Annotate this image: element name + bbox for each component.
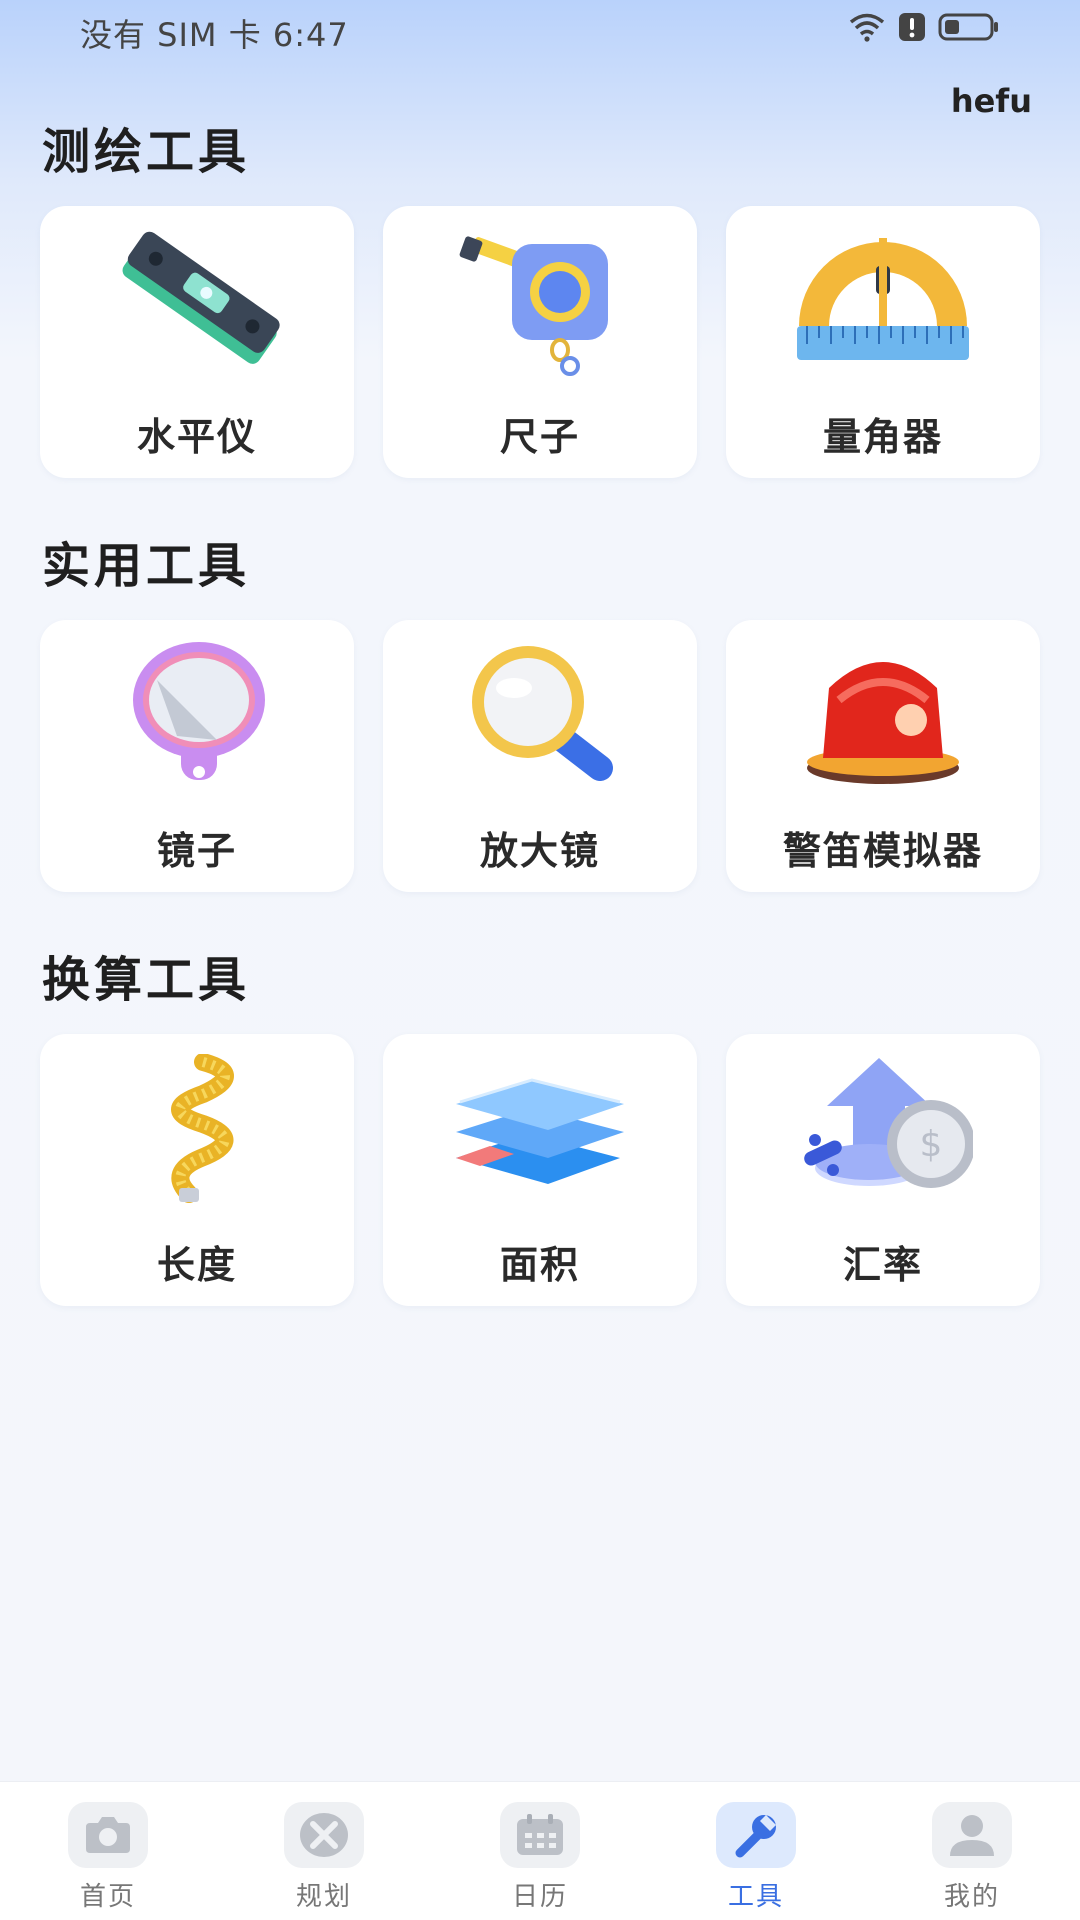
- tool-grid-surveying: 水平仪 尺子 量角器: [40, 206, 1040, 478]
- tape-measure-icon: [459, 236, 608, 376]
- tool-card-exchange-rate[interactable]: $ 汇率: [726, 1034, 1040, 1306]
- protractor-icon: [797, 238, 969, 360]
- tool-card-area[interactable]: 面积: [383, 1034, 697, 1306]
- status-icons: [848, 12, 1000, 42]
- tab-label: 规划: [295, 1882, 352, 1912]
- measuring-tape-roll-icon: [171, 1054, 234, 1203]
- tool-card-protractor[interactable]: 量角器: [726, 206, 1040, 478]
- tab-tools[interactable]: 工具: [648, 1782, 864, 1920]
- calendar-icon: [517, 1814, 563, 1855]
- alert-icon: [899, 13, 925, 41]
- tool-card-ruler[interactable]: 尺子: [383, 206, 697, 478]
- tab-label: 日历: [511, 1882, 568, 1912]
- camera-icon: [86, 1817, 130, 1853]
- tool-label: 尺子: [499, 415, 580, 459]
- tool-card-spirit-level[interactable]: 水平仪: [40, 206, 354, 478]
- section-title-utility: 实用工具: [42, 538, 251, 594]
- spirit-level-icon: [122, 231, 280, 364]
- tool-card-magnifier[interactable]: 放大镜: [383, 620, 697, 892]
- exchange-rate-coin-icon: $: [804, 1058, 973, 1188]
- tool-label: 长度: [156, 1243, 237, 1287]
- person-icon: [950, 1815, 994, 1856]
- tool-card-siren[interactable]: 警笛模拟器: [726, 620, 1040, 892]
- section-title-surveying: 测绘工具: [42, 124, 251, 180]
- svg-text:$: $: [920, 1124, 943, 1165]
- tool-label: 汇率: [842, 1243, 923, 1287]
- tool-label: 放大镜: [479, 829, 600, 873]
- tab-label: 工具: [727, 1882, 784, 1912]
- tool-card-mirror[interactable]: 镜子: [40, 620, 354, 892]
- section-title-conversion: 换算工具: [42, 952, 251, 1008]
- hand-mirror-icon: [133, 642, 265, 780]
- bottom-tab-bar: 首页 规划 日历 工具 我的: [0, 1781, 1080, 1920]
- tab-home[interactable]: 首页: [0, 1782, 216, 1920]
- tools-cross-icon: [300, 1813, 348, 1857]
- magnifier-icon: [472, 646, 613, 781]
- tab-label: 首页: [79, 1882, 136, 1912]
- tool-label: 面积: [499, 1243, 580, 1287]
- status-bar: 没有 SIM 卡 6:47: [0, 0, 1080, 62]
- tool-grid-utility: 镜子 放大镜 警笛模拟器: [40, 620, 1040, 892]
- battery-icon: [938, 13, 998, 41]
- tool-label: 警笛模拟器: [782, 829, 983, 873]
- tool-label: 量角器: [822, 415, 943, 459]
- wifi-icon: [849, 13, 885, 42]
- tool-label: 水平仪: [136, 415, 257, 459]
- tab-label: 我的: [943, 1882, 1000, 1912]
- wrench-icon: [735, 1815, 776, 1858]
- tab-calendar[interactable]: 日历: [432, 1782, 648, 1920]
- brand-label: hefu: [950, 82, 1032, 120]
- tab-profile[interactable]: 我的: [864, 1782, 1080, 1920]
- siren-icon: [807, 662, 959, 784]
- layers-icon: [456, 1078, 624, 1184]
- status-text: 没有 SIM 卡 6:47: [80, 16, 349, 54]
- tool-card-length[interactable]: 长度: [40, 1034, 354, 1306]
- tool-label: 镜子: [156, 829, 237, 873]
- tool-grid-conversion: 长度 面积 $ 汇率: [40, 1034, 1040, 1306]
- tab-plan[interactable]: 规划: [216, 1782, 432, 1920]
